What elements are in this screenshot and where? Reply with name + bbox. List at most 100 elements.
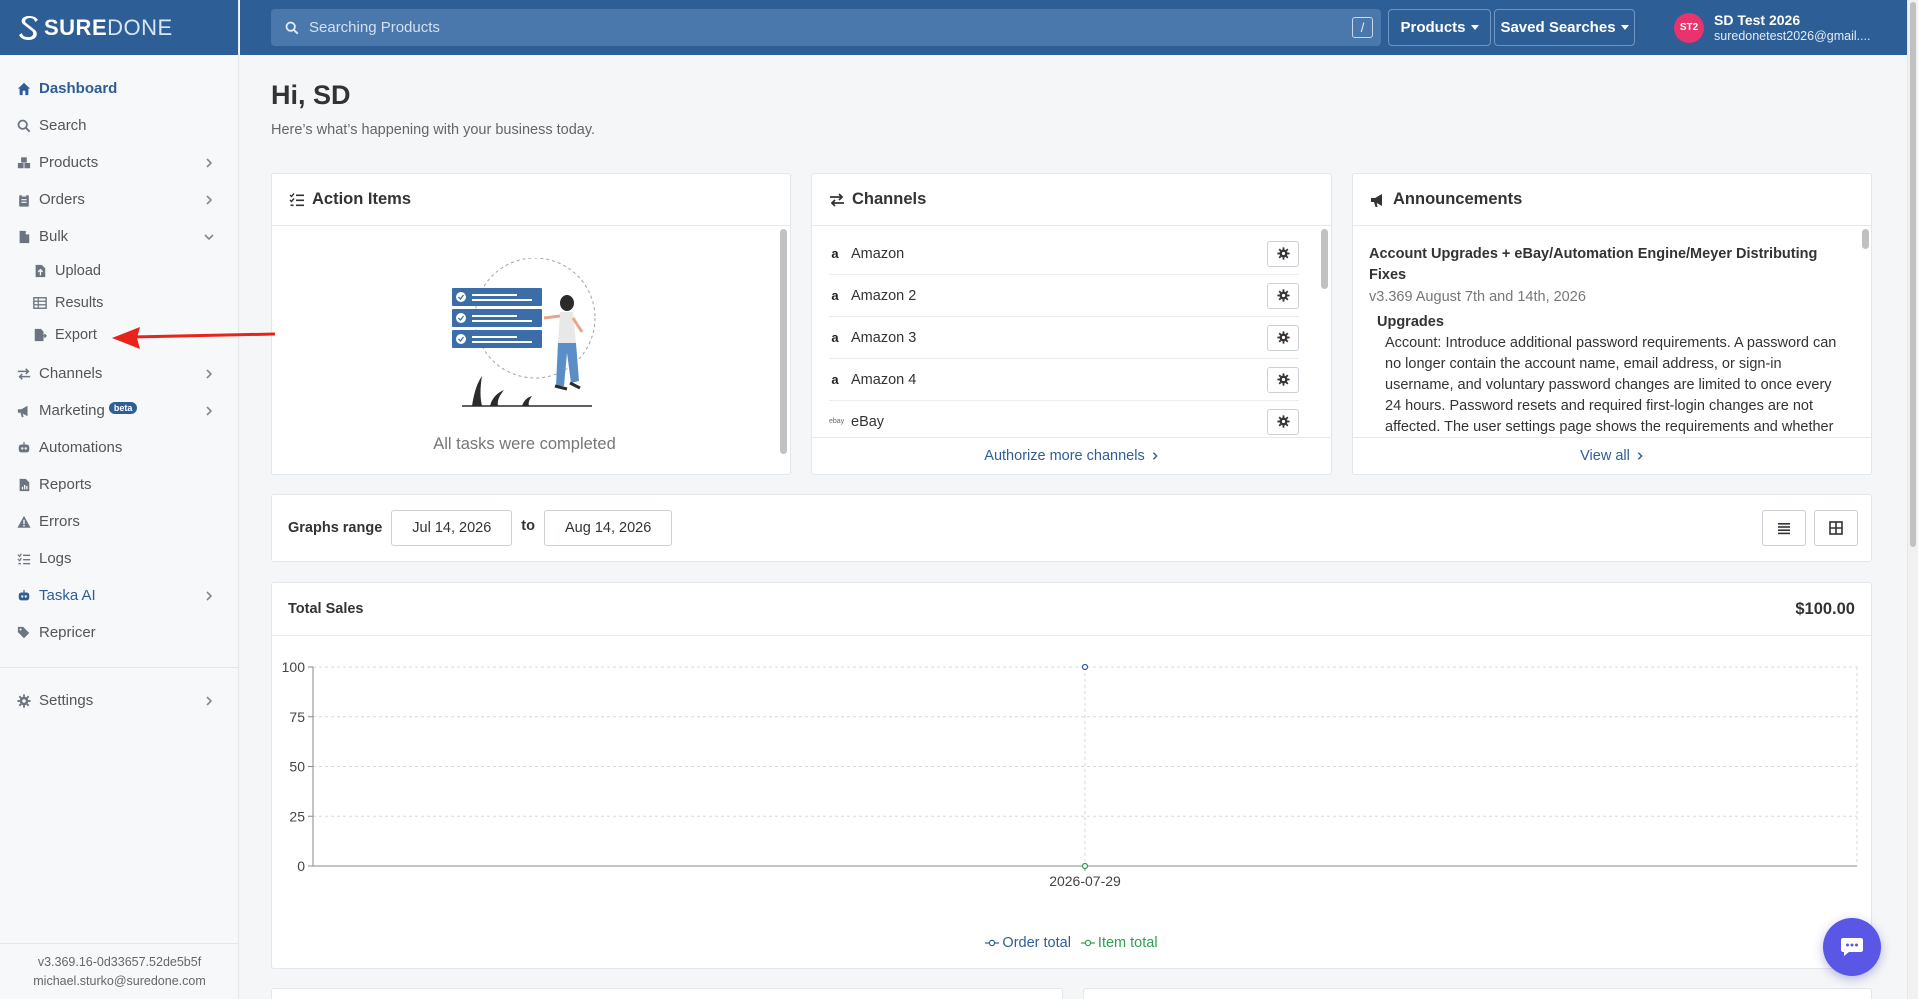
- sidebar-item-label: Marketing beta: [39, 402, 204, 419]
- products-dropdown-button[interactable]: Products: [1388, 9, 1491, 46]
- channel-settings-button[interactable]: [1267, 282, 1299, 309]
- search-bar[interactable]: /: [271, 9, 1381, 46]
- sidebar-subitem-upload[interactable]: Upload: [0, 255, 238, 287]
- sidebar-item-orders[interactable]: Orders: [0, 181, 238, 218]
- search-icon: [17, 119, 31, 133]
- data-point: [1081, 862, 1089, 870]
- sidebar-item-label: Products: [39, 154, 99, 171]
- chat-widget-button[interactable]: [1823, 918, 1881, 976]
- channel-row-amazon[interactable]: a Amazon: [829, 233, 1299, 275]
- tasks-completed-illustration: [452, 258, 596, 407]
- view-all-announcements-link[interactable]: View all: [1353, 448, 1871, 464]
- exchange-icon: [829, 192, 845, 208]
- chevron-right-icon: [206, 405, 213, 416]
- sidebar-item-automations[interactable]: Automations: [0, 429, 238, 466]
- sidebar-item-bulk[interactable]: Bulk: [0, 218, 238, 255]
- page-title: Hi, SD: [271, 80, 351, 110]
- sidebar-nav: Dashboard Search Products Orders Bulk Up…: [0, 55, 238, 719]
- range-start-date-picker[interactable]: Jul 14, 2026: [391, 510, 513, 546]
- account-email: michael.sturko@suredone.com: [33, 974, 206, 988]
- graphs-range-label: Graphs range: [288, 520, 383, 536]
- sidebar-item-logs[interactable]: Logs: [0, 540, 238, 577]
- legend-item[interactable]: Item total: [1080, 935, 1158, 951]
- page-scrollbar[interactable]: [1907, 0, 1918, 999]
- caret-down-icon: [1620, 25, 1629, 30]
- sidebar-item-label: Errors: [39, 513, 80, 530]
- sidebar-item-marketing[interactable]: Marketing beta: [0, 392, 238, 429]
- announcement-section: Upgrades: [1377, 314, 1444, 330]
- chevron-right-icon: [206, 157, 213, 168]
- sidebar-item-dashboard[interactable]: Dashboard: [0, 70, 238, 107]
- total-sales-title: Total Sales: [288, 601, 364, 617]
- search-icon: [285, 21, 299, 34]
- chevron-down-icon: [204, 233, 214, 240]
- gear-icon: [1276, 289, 1290, 302]
- logo[interactable]: SUREDONE: [0, 0, 238, 55]
- page-scrollbar-thumb[interactable]: [1910, 2, 1916, 547]
- channels-header: Channels: [812, 174, 1331, 226]
- suredone-logo-icon: [19, 15, 38, 40]
- home-icon: [17, 82, 31, 96]
- announcements-footer-divider: [1353, 437, 1871, 438]
- sidebar-item-label: Logs: [39, 550, 72, 567]
- channel-settings-button[interactable]: [1267, 324, 1299, 351]
- action-items-scrollbar-thumb[interactable]: [780, 229, 787, 454]
- authorize-channels-link[interactable]: Authorize more channels: [812, 448, 1331, 464]
- channels-scrollbar[interactable]: [1320, 227, 1329, 437]
- sidebar-item-settings[interactable]: Settings: [0, 682, 238, 719]
- announcement-body: Account Upgrades + eBay/Automation Engin…: [1369, 244, 1842, 459]
- y-tick-label: 100: [282, 659, 306, 675]
- sidebar-subitem-results[interactable]: Results: [0, 287, 238, 319]
- announcement-version: v3.369 August 7th and 14th, 2026: [1369, 289, 1586, 305]
- announcements-scrollbar-thumb[interactable]: [1862, 229, 1869, 249]
- channels-title: Channels: [852, 190, 927, 208]
- table-icon: [33, 296, 47, 310]
- announcement-text: Account: Introduce additional password r…: [1385, 335, 1837, 435]
- sidebar-item-errors[interactable]: Errors: [0, 503, 238, 540]
- action-items-header: Action Items: [272, 174, 790, 226]
- channel-row-amazon-2[interactable]: a Amazon 2: [829, 275, 1299, 317]
- range-end-date-picker[interactable]: Aug 14, 2026: [543, 510, 673, 546]
- channels-footer-divider: [812, 437, 1331, 438]
- total-sales-chart: 0 25 50 75 100 2026-07-29: [282, 659, 1858, 889]
- channel-row-amazon-4[interactable]: a Amazon 4: [829, 359, 1299, 401]
- y-tick-label: 50: [289, 759, 305, 775]
- top-bar: / Products Saved Searches ST2 SD Test 20…: [240, 0, 1907, 55]
- sidebar-item-products[interactable]: Products: [0, 144, 238, 181]
- lower-card-left: [271, 988, 1063, 999]
- chevron-right-icon: [1637, 452, 1643, 460]
- sidebar-item-label: Bulk: [39, 228, 69, 245]
- grid-view-button[interactable]: [1814, 510, 1858, 546]
- channel-settings-button[interactable]: [1267, 366, 1299, 393]
- action-items-scrollbar[interactable]: [779, 227, 788, 474]
- sidebar-item-repricer[interactable]: Repricer: [0, 614, 238, 651]
- channel-row-ebay[interactable]: ebay eBay: [829, 401, 1299, 437]
- logo-text: SUREDONE: [44, 14, 173, 40]
- beta-badge: beta: [108, 402, 138, 414]
- sidebar-item-taska-ai[interactable]: Taska AI: [0, 577, 238, 614]
- sidebar-item-search[interactable]: Search: [0, 107, 238, 144]
- saved-searches-dropdown-button[interactable]: Saved Searches: [1494, 9, 1635, 46]
- search-input[interactable]: [309, 19, 1349, 36]
- x-tick-label: 2026-07-29: [1049, 873, 1121, 889]
- channels-scrollbar-thumb[interactable]: [1321, 229, 1328, 289]
- amazon-icon: a: [831, 372, 839, 387]
- products-dropdown-label: Products: [1400, 19, 1466, 36]
- channel-settings-button[interactable]: [1267, 408, 1299, 435]
- sidebar-item-label: Orders: [39, 191, 85, 208]
- sidebar-item-reports[interactable]: Reports: [0, 466, 238, 503]
- announcement-title: Account Upgrades + eBay/Automation Engin…: [1369, 246, 1818, 283]
- sidebar-item-label: Channels: [39, 365, 103, 382]
- list-view-button[interactable]: [1762, 510, 1806, 546]
- channel-row-amazon-3[interactable]: a Amazon 3: [829, 317, 1299, 359]
- legend-item[interactable]: Order total: [985, 935, 1071, 951]
- sidebar-item-channels[interactable]: Channels: [0, 355, 238, 392]
- sidebar-item-label: Search: [39, 117, 87, 134]
- announcements-card: Announcements Account Upgrades + eBay/Au…: [1352, 173, 1872, 475]
- legend-marker-icon: [1080, 939, 1095, 947]
- channel-settings-button[interactable]: [1267, 240, 1299, 267]
- announcements-scrollbar[interactable]: [1861, 227, 1870, 437]
- user-menu[interactable]: ST2 SD Test 2026 suredonetest2026@gmail.…: [1674, 0, 1871, 55]
- y-tick-label: 75: [289, 709, 305, 725]
- announcements-title: Announcements: [1393, 190, 1523, 208]
